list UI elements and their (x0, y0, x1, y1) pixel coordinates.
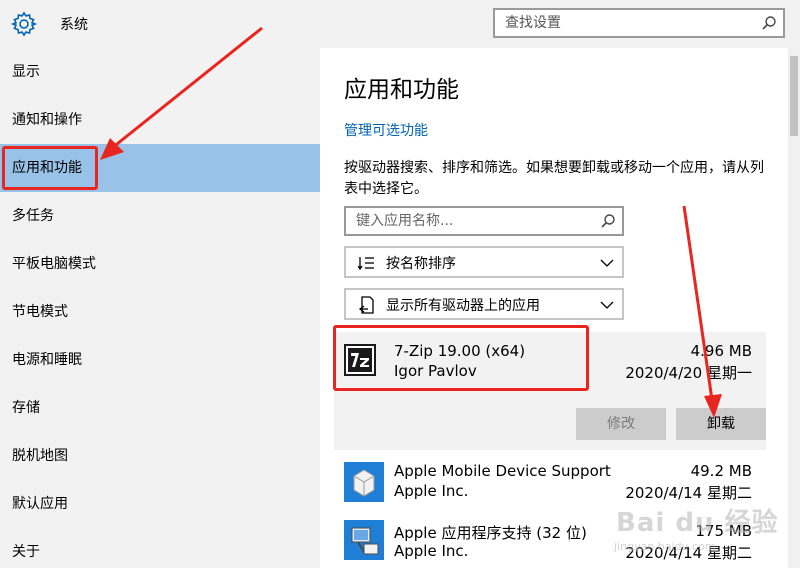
watermark: Bai du 经验 (616, 508, 779, 538)
watermark-url: jingyan.baidu.com (614, 540, 716, 553)
uninstall-button[interactable]: 卸载 (676, 408, 766, 440)
settings-search-box[interactable] (493, 8, 785, 38)
main-scrollbar[interactable] (788, 48, 800, 568)
app-search-box[interactable] (344, 206, 624, 236)
settings-search-input[interactable] (495, 10, 755, 36)
title-bar: 系统 (0, 0, 800, 48)
gear-icon (10, 11, 38, 37)
modify-button[interactable]: 修改 (576, 408, 666, 440)
sort-dropdown[interactable]: 按名称排序 (344, 246, 624, 278)
app-publisher: Apple Inc. (394, 482, 469, 500)
app-install-date: 2020/4/20 星期一 (625, 364, 752, 382)
sidebar-item-multitasking[interactable]: 多任务 (0, 192, 320, 240)
sidebar-item-default-apps[interactable]: 默认应用 (0, 480, 320, 528)
app-size: 4.96 MB (690, 342, 752, 360)
manage-optional-features-link[interactable]: 管理可选功能 (344, 120, 428, 140)
page-title: 应用和功能 (344, 77, 459, 103)
sidebar-item-offline-maps[interactable]: 脱机地图 (0, 432, 320, 480)
sidebar: 显示 通知和操作 应用和功能 多任务 平板电脑模式 节电模式 电源和睡眠 存储 … (0, 48, 320, 568)
drive-filter-dropdown[interactable]: 显示所有驱动器上的应用 (344, 288, 624, 320)
app-name: Apple Mobile Device Support (394, 462, 611, 480)
chevron-down-icon (600, 301, 614, 309)
sidebar-item-battery-saver[interactable]: 节电模式 (0, 288, 320, 336)
sidebar-item-about[interactable]: 关于 (0, 528, 320, 576)
app-publisher: Apple Inc. (394, 542, 469, 560)
apple-application-support-app-icon (344, 520, 384, 560)
sidebar-item-power-sleep[interactable]: 电源和睡眠 (0, 336, 320, 384)
app-size: 49.2 MB (690, 462, 752, 480)
chevron-down-icon (600, 259, 614, 267)
search-icon[interactable] (600, 213, 616, 229)
app-name: Apple 应用程序支持 (32 位) (394, 524, 587, 542)
scrollbar-thumb[interactable] (790, 56, 798, 136)
annotation-highlight-7zip (333, 325, 589, 391)
drive-filter-dropdown-label: 显示所有驱动器上的应用 (386, 298, 540, 314)
search-icon[interactable] (761, 15, 777, 31)
sidebar-item-tablet-mode[interactable]: 平板电脑模式 (0, 240, 320, 288)
drive-filter-icon (358, 296, 374, 314)
sidebar-item-display[interactable]: 显示 (0, 48, 320, 96)
main-panel: 应用和功能 管理可选功能 按驱动器搜索、排序和筛选。如果想要卸载或移动一个应用，… (320, 48, 800, 568)
app-search-input[interactable] (346, 208, 596, 234)
sort-dropdown-label: 按名称排序 (386, 256, 456, 272)
description-text: 按驱动器搜索、排序和筛选。如果想要卸载或移动一个应用，请从列表中选择它。 (344, 160, 764, 197)
window-title: 系统 (60, 17, 88, 33)
sidebar-item-storage[interactable]: 存储 (0, 384, 320, 432)
annotation-highlight-apps-nav (2, 146, 98, 190)
sort-list-icon (358, 257, 374, 271)
sidebar-item-notifications[interactable]: 通知和操作 (0, 96, 320, 144)
apple-mobile-device-app-icon (344, 462, 384, 502)
app-install-date: 2020/4/14 星期二 (625, 484, 752, 502)
